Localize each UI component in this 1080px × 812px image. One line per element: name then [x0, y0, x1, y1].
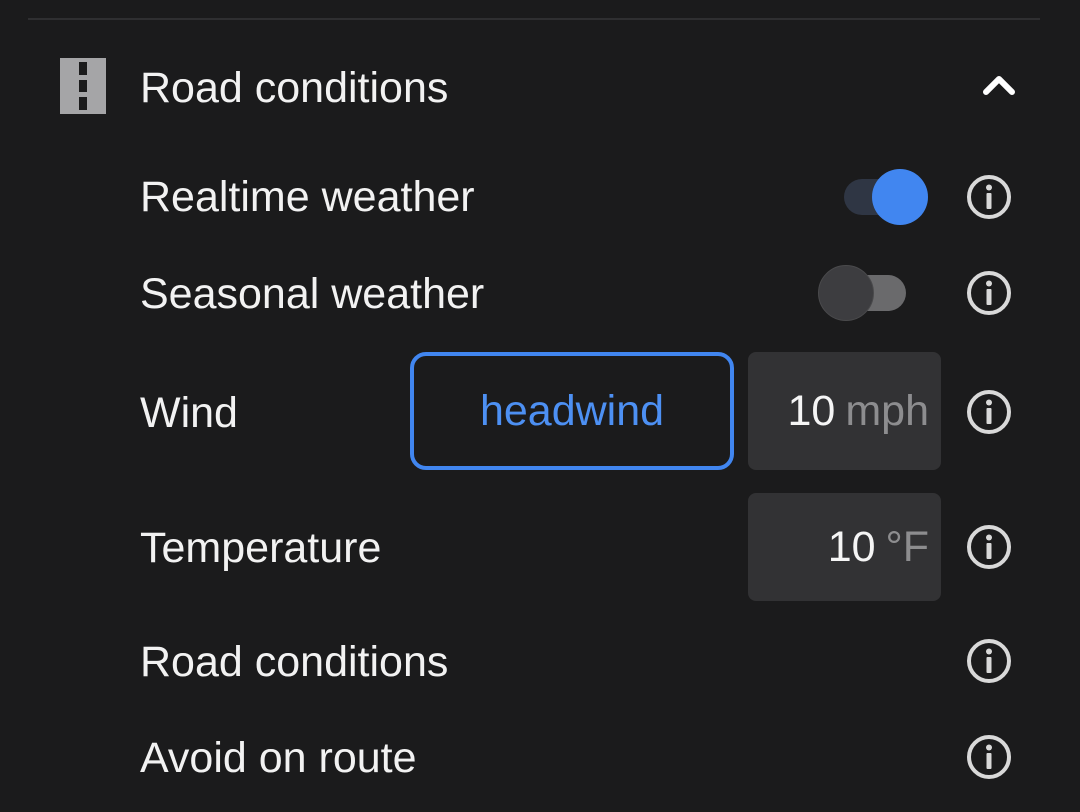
section-title: Road conditions	[140, 64, 449, 112]
top-divider	[28, 18, 1040, 20]
road-icon	[60, 58, 106, 114]
wind-speed-field[interactable]: 10 mph	[748, 352, 941, 470]
avoid-on-route-label: Avoid on route	[140, 734, 417, 782]
seasonal-weather-toggle[interactable]	[818, 263, 914, 323]
wind-speed-value: 10	[787, 386, 836, 435]
toggle-knob	[872, 169, 928, 225]
realtime-weather-toggle[interactable]	[838, 167, 934, 227]
info-icon[interactable]	[965, 637, 1013, 685]
info-icon[interactable]	[965, 523, 1013, 571]
info-icon[interactable]	[965, 269, 1013, 317]
wind-speed-unit: mph	[845, 386, 929, 435]
realtime-weather-label: Realtime weather	[140, 173, 475, 221]
info-icon[interactable]	[965, 733, 1013, 781]
info-icon[interactable]	[965, 388, 1013, 436]
wind-label: Wind	[140, 389, 238, 437]
temperature-field[interactable]: 10 °F	[748, 493, 941, 601]
temperature-unit: °F	[885, 522, 929, 571]
wind-direction-value: headwind	[479, 386, 665, 435]
chevron-up-icon[interactable]	[978, 66, 1020, 102]
seasonal-weather-label: Seasonal weather	[140, 270, 485, 318]
temperature-value: 10	[827, 522, 876, 571]
road-conditions-label: Road conditions	[140, 638, 449, 686]
wind-direction-button[interactable]: headwind	[410, 352, 734, 470]
toggle-knob	[818, 265, 874, 321]
temperature-label: Temperature	[140, 524, 382, 572]
info-icon[interactable]	[965, 173, 1013, 221]
